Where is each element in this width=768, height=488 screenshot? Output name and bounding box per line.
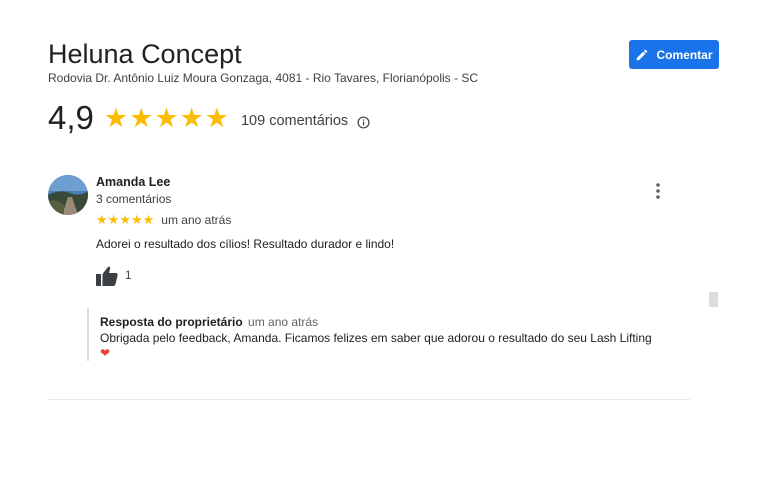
star-icon: ★ [129,103,154,133]
owner-reply-date: um ano atrás [248,315,319,329]
divider [48,399,690,400]
review-text: Adorei o resultado dos cílios! Resultado… [96,237,395,251]
scrollbar-thumb[interactable] [709,292,718,307]
star-icon: ★ [96,212,108,227]
info-icon[interactable] [357,115,370,129]
rating-summary: 4,9 ★ ★ ★ ★ ★ 109 comentários [48,100,370,136]
business-address: Rodovia Dr. Antônio Luiz Moura Gonzaga, … [48,71,479,85]
star-icon: ★ [179,103,204,133]
rating-value: 4,9 [48,99,94,136]
owner-reply-label: Resposta do proprietário [100,315,243,329]
review-stars: ★★★★★ [96,211,154,229]
like-button[interactable] [95,265,119,287]
comment-button[interactable]: Comentar [629,40,719,69]
business-name: Heluna Concept [48,39,242,69]
reviewer-name[interactable]: Amanda Lee [96,175,170,190]
more-vert-icon [656,183,660,199]
like-count: 1 [125,270,132,282]
star-icon: ★ [119,212,131,227]
owner-reply-body: Obrigada pelo feedback, Amanda. Ficamos … [100,331,660,361]
reviewer-review-count: 3 comentários [96,192,172,206]
heart-icon: ❤ [100,346,111,360]
review-count[interactable]: 109 comentários [241,111,348,131]
rating-stars: ★ ★ ★ ★ ★ [104,103,229,133]
review-rating-row: ★★★★★ um ano atrás [96,211,231,229]
star-icon: ★ [154,103,179,133]
more-options-button[interactable] [650,181,666,201]
thumbs-up-icon [96,266,118,286]
comment-button-label: Comentar [656,47,713,62]
star-icon: ★ [142,212,155,227]
pencil-icon [637,49,648,60]
star-icon: ★ [103,103,129,133]
owner-reply-text: Obrigada pelo feedback, Amanda. Ficamos … [100,331,652,345]
star-icon: ★ [130,212,143,227]
owner-reply-header: Resposta do proprietário um ano atrás [100,315,667,330]
avatar[interactable] [48,175,88,215]
star-icon: ★ [107,212,120,227]
owner-reply: Resposta do proprietário um ano atrás Ob… [87,308,667,361]
review-date: um ano atrás [161,213,232,227]
star-icon: ★ [204,103,229,133]
